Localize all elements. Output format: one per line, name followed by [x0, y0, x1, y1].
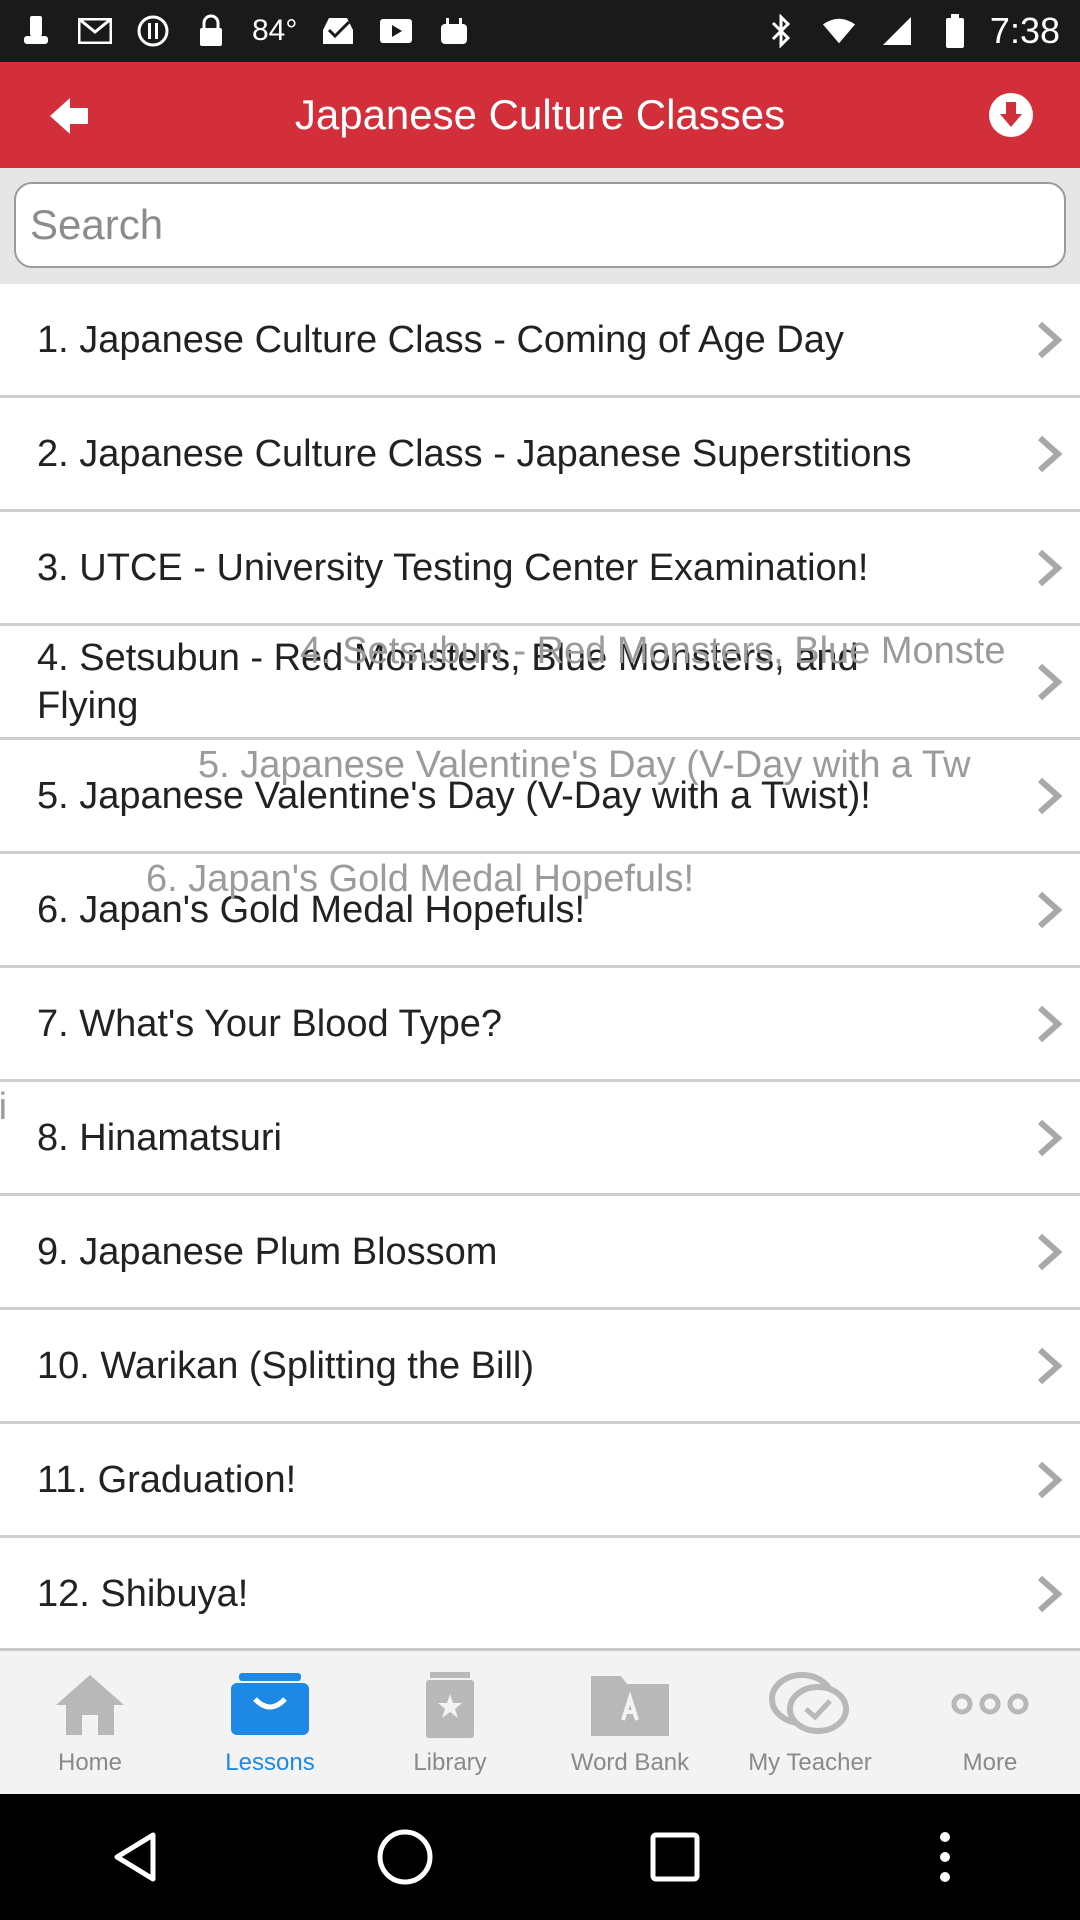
nav-recents-icon	[650, 1832, 700, 1882]
lesson-item-7[interactable]: 7. What's Your Blood Type?	[0, 968, 1080, 1082]
library-icon	[405, 1665, 495, 1743]
alert-icon	[136, 14, 170, 48]
page-title: Japanese Culture Classes	[294, 91, 786, 138]
app-header: Japanese Culture Classes	[0, 62, 1080, 168]
tab-label: More	[962, 1749, 1018, 1776]
tab-label: Lessons	[225, 1749, 315, 1776]
media-icon	[379, 14, 413, 48]
chevron-right-icon	[1038, 891, 1063, 928]
mail-icon	[78, 14, 112, 48]
tab-label: My Teacher	[748, 1749, 872, 1776]
chevron-right-icon	[1038, 1005, 1063, 1042]
lesson-item-9[interactable]: 9. Japanese Plum Blossom	[0, 1196, 1080, 1310]
lesson-label: 3. UTCE - University Testing Center Exam…	[37, 546, 869, 589]
my-teacher-icon	[765, 1665, 855, 1743]
lesson-item-11[interactable]: 11. Graduation!	[0, 1424, 1080, 1538]
lesson-label: 1. Japanese Culture Class - Coming of Ag…	[37, 318, 844, 361]
nav-home-button[interactable]	[365, 1817, 445, 1897]
bluetooth-icon	[764, 14, 798, 48]
lesson-label: 4. Setsubun - Red Monsters, Blue Monster…	[37, 636, 859, 727]
lesson-item-10[interactable]: 10. Warikan (Splitting the Bill)	[0, 1310, 1080, 1424]
nav-recents-button[interactable]	[635, 1817, 715, 1897]
tab-label: Home	[57, 1749, 123, 1776]
notification-icon	[20, 14, 54, 48]
lesson-item-2[interactable]: 2. Japanese Culture Class - Japanese Sup…	[0, 398, 1080, 512]
download-button[interactable]	[988, 92, 1034, 138]
bottom-tab-bar: Home Lessons Library Word Bank My Teache…	[0, 1648, 1080, 1794]
lesson-item-3[interactable]: 3. UTCE - University Testing Center Exam…	[0, 512, 1080, 626]
chevron-right-icon	[1038, 1461, 1063, 1498]
tab-label: Word Bank	[570, 1749, 690, 1776]
lock-icon	[194, 14, 228, 48]
chevron-right-icon	[1038, 321, 1063, 358]
chevron-right-icon	[1038, 777, 1063, 814]
nav-menu-button[interactable]	[905, 1817, 985, 1897]
search-bar	[0, 168, 1080, 284]
tab-my-teacher[interactable]: My Teacher	[720, 1651, 900, 1794]
lesson-item-12[interactable]: 12. Shibuya!	[0, 1538, 1080, 1648]
lesson-label: 9. Japanese Plum Blossom	[37, 1230, 498, 1273]
chevron-right-icon	[1038, 1575, 1063, 1612]
chevron-right-icon	[1038, 1347, 1063, 1384]
lessons-icon	[225, 1665, 315, 1743]
tab-label: Library	[413, 1749, 487, 1776]
nav-back-icon	[114, 1832, 156, 1882]
lesson-item-8[interactable]: 8. Hinamatsuri	[0, 1082, 1080, 1196]
tab-library[interactable]: Library	[360, 1651, 540, 1794]
signal-icon	[880, 14, 914, 48]
more-icon	[945, 1665, 1035, 1743]
lesson-label: 2. Japanese Culture Class - Japanese Sup…	[37, 432, 912, 475]
tab-more[interactable]: More	[900, 1651, 1080, 1794]
battery-icon	[938, 14, 972, 48]
back-arrow-icon	[50, 98, 88, 134]
lesson-item-4[interactable]: 4. Setsubun - Red Monsters, Blue Monster…	[0, 626, 1080, 740]
chevron-right-icon	[1038, 1233, 1063, 1270]
word-bank-icon	[585, 1665, 675, 1743]
tab-home[interactable]: Home	[0, 1651, 180, 1794]
nav-home-icon	[377, 1829, 433, 1885]
lesson-item-5[interactable]: 5. Japanese Valentine's Day (V-Day with …	[0, 740, 1080, 854]
lesson-item-1[interactable]: 1. Japanese Culture Class - Coming of Ag…	[0, 284, 1080, 398]
chevron-right-icon	[1038, 435, 1063, 472]
back-button[interactable]	[44, 90, 96, 142]
lesson-list: 1. Japanese Culture Class - Coming of Ag…	[0, 284, 1080, 1648]
tab-lessons[interactable]: Lessons	[180, 1651, 360, 1794]
lesson-label: 8. Hinamatsuri	[37, 1116, 282, 1159]
system-nav-bar	[0, 1794, 1080, 1920]
lesson-label: 5. Japanese Valentine's Day (V-Day with …	[37, 774, 871, 817]
lesson-label: 7. What's Your Blood Type?	[37, 1002, 502, 1045]
lesson-label: 12. Shibuya!	[37, 1572, 249, 1615]
search-input[interactable]	[14, 182, 1066, 268]
download-icon	[989, 93, 1033, 137]
wifi-icon	[822, 14, 856, 48]
android-icon	[437, 14, 471, 48]
status-bar: 84° 7:38	[0, 0, 1080, 62]
nav-back-button[interactable]	[95, 1817, 175, 1897]
temperature: 84°	[252, 14, 298, 47]
lesson-item-6[interactable]: 6. Japan's Gold Medal Hopefuls!	[0, 854, 1080, 968]
chevron-right-icon	[1038, 549, 1063, 586]
home-icon	[45, 1665, 135, 1743]
lesson-label: 11. Graduation!	[37, 1458, 297, 1501]
lesson-label: 10. Warikan (Splitting the Bill)	[37, 1344, 535, 1387]
chevron-right-icon	[1038, 663, 1063, 700]
inbox-icon	[321, 14, 355, 48]
overflow-menu-icon	[940, 1832, 950, 1882]
lesson-label: 6. Japan's Gold Medal Hopefuls!	[37, 888, 586, 931]
tab-word-bank[interactable]: Word Bank	[540, 1651, 720, 1794]
clock: 7:38	[989, 10, 1060, 51]
chevron-right-icon	[1038, 1119, 1063, 1156]
